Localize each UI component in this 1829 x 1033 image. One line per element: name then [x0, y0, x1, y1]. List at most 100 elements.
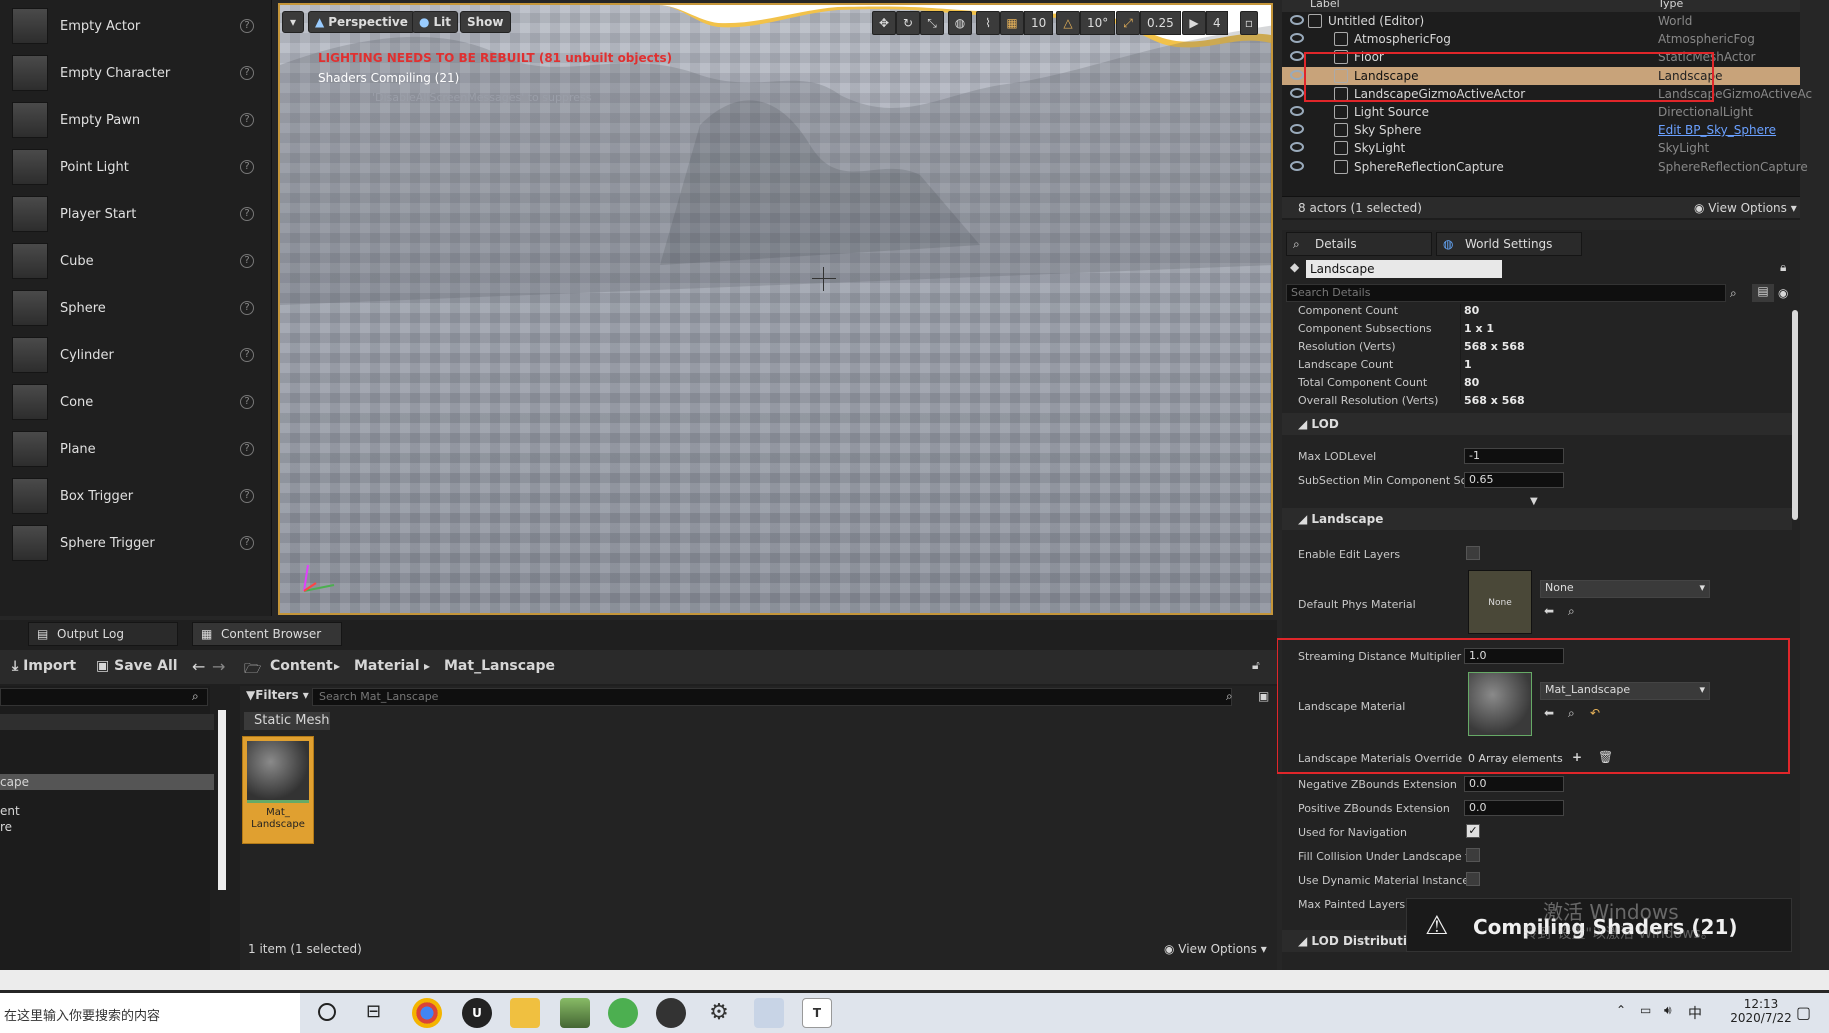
grid-snap-value[interactable]: 10	[1024, 11, 1054, 35]
place-item[interactable]: Sphere?	[6, 286, 264, 330]
photo-app-icon[interactable]	[560, 998, 590, 1028]
grid-snap-icon[interactable]: ▦	[1000, 11, 1024, 35]
breadcrumb-content[interactable]: Content	[270, 658, 333, 674]
place-item[interactable]: Empty Character?	[6, 51, 264, 95]
tree-item-label[interactable]: re	[0, 820, 12, 834]
outliner-view-options[interactable]: ◉ View Options ▾	[1694, 201, 1797, 215]
save-all-button[interactable]: ▣ Save All	[96, 658, 178, 674]
forward-arrow-icon[interactable]: →	[212, 657, 225, 676]
world-local-icon[interactable]: ◍	[948, 11, 972, 35]
help-icon[interactable]: ?	[240, 19, 254, 33]
phys-material-dropdown[interactable]: None ▾	[1540, 580, 1710, 598]
wechat-icon[interactable]	[608, 998, 638, 1028]
outliner-row[interactable]: Sky Sphere Edit BP_Sky_Sphere	[1282, 121, 1800, 139]
place-item[interactable]: Box Trigger?	[6, 474, 264, 518]
lock-icon[interactable]: 🔓︎	[1252, 658, 1260, 673]
subsection-min-input[interactable]: 0.65	[1464, 472, 1564, 488]
import-button[interactable]: ⤓ Import	[12, 658, 76, 674]
tree-item-label[interactable]: ent	[0, 804, 20, 818]
help-icon[interactable]: ?	[240, 207, 254, 221]
back-arrow-icon[interactable]: ←	[192, 657, 205, 676]
unreal-engine-icon[interactable]: U	[462, 998, 492, 1028]
visibility-eye-icon[interactable]	[1290, 142, 1304, 153]
label-column-header[interactable]: Label	[1310, 0, 1340, 10]
place-item[interactable]: Empty Actor?	[6, 4, 264, 48]
cortana-icon[interactable]	[318, 1003, 336, 1021]
text-app-icon[interactable]: T	[802, 998, 832, 1028]
actor-name-field[interactable]: Landscape	[1306, 260, 1502, 278]
help-icon[interactable]: ?	[240, 348, 254, 362]
visibility-eye-icon[interactable]	[1290, 51, 1304, 62]
filters-button[interactable]: ▼Filters ▾	[246, 688, 309, 702]
outliner-row[interactable]: SphereReflectionCapture SphereReflectionC…	[1282, 158, 1808, 176]
type-column-header[interactable]: Type	[1658, 0, 1683, 10]
outliner-row[interactable]: SkyLight SkyLight	[1282, 139, 1800, 157]
camera-speed-value[interactable]: 4	[1206, 11, 1228, 35]
visibility-eye-icon[interactable]	[1290, 106, 1304, 116]
perspective-button[interactable]: ▲ Perspective	[308, 11, 415, 33]
place-item[interactable]: Plane?	[6, 427, 264, 471]
static-mesh-filter-chip[interactable]: Static Mesh	[244, 712, 330, 730]
place-item[interactable]: Cylinder?	[6, 333, 264, 377]
outliner-row[interactable]: Light Source DirectionalLight	[1282, 103, 1800, 121]
tray-chevron-icon[interactable]: ⌃	[1616, 1003, 1626, 1017]
pos-z-input[interactable]: 0.0	[1464, 800, 1564, 816]
task-view-icon[interactable]: ⊟	[366, 1001, 381, 1022]
visibility-eye-icon[interactable]	[1290, 69, 1304, 80]
rotation-snap-value[interactable]: 10°	[1080, 11, 1116, 35]
place-item[interactable]: Sphere Trigger?	[6, 521, 264, 565]
clock[interactable]: 12:13 2020/7/22	[1726, 997, 1796, 1025]
tab-details[interactable]: ⌕ Details	[1286, 232, 1432, 256]
tree-scrollbar[interactable]	[218, 710, 226, 890]
used-nav-checkbox[interactable]: ✓	[1466, 824, 1480, 838]
lod-section[interactable]: ◢ LOD	[1282, 413, 1792, 435]
search-details-input[interactable]: Search Details	[1286, 284, 1726, 302]
ime-indicator[interactable]: 中	[1688, 1003, 1702, 1023]
network-icon[interactable]: ▭	[1640, 1003, 1651, 1017]
obs-icon[interactable]	[656, 998, 686, 1028]
lock-icon[interactable]: 🔒︎	[1780, 260, 1786, 275]
place-item[interactable]: Cone?	[6, 380, 264, 424]
rotate-tool-icon[interactable]: ↻	[896, 11, 920, 35]
outliner-row[interactable]: AtmosphericFog AtmosphericFog	[1282, 30, 1800, 48]
visibility-eye-icon[interactable]	[1290, 33, 1304, 44]
tree-row[interactable]	[0, 714, 214, 730]
asset-tile-mat-landscape[interactable]: Mat_ Landscape	[242, 736, 314, 844]
place-item[interactable]: Player Start?	[6, 192, 264, 236]
help-icon[interactable]: ?	[240, 66, 254, 80]
breadcrumb-material[interactable]: Material	[354, 658, 420, 674]
camera-speed-icon[interactable]: ▶	[1182, 11, 1206, 35]
asset-view-options[interactable]: ◉ View Options ▾	[1164, 942, 1267, 956]
file-explorer-icon[interactable]	[510, 998, 540, 1028]
window-app-icon[interactable]	[754, 998, 784, 1028]
help-icon[interactable]: ?	[240, 254, 254, 268]
show-button[interactable]: Show	[460, 11, 511, 33]
place-item[interactable]: Cube?	[6, 239, 264, 283]
surface-snap-icon[interactable]: ⌇	[976, 11, 1000, 35]
place-item[interactable]: Empty Pawn?	[6, 98, 264, 142]
details-scrollbar[interactable]	[1792, 310, 1798, 520]
help-icon[interactable]: ?	[240, 536, 254, 550]
use-selected-icon[interactable]: ⬅	[1544, 604, 1554, 618]
help-icon[interactable]: ?	[240, 489, 254, 503]
translate-tool-icon[interactable]: ✥	[872, 11, 896, 35]
tree-row-selected[interactable]: cape	[0, 774, 214, 790]
rotation-snap-icon[interactable]: △	[1056, 11, 1080, 35]
level-viewport[interactable]: ▾ ▲ Perspective ● Lit Show ✥ ↻ ⤡ ◍ ⌇ ▦ 10 …	[278, 3, 1273, 615]
help-icon[interactable]: ?	[240, 442, 254, 456]
visibility-eye-icon[interactable]	[1290, 160, 1304, 171]
help-icon[interactable]: ?	[240, 160, 254, 174]
eye-icon[interactable]: ◉	[1778, 286, 1788, 300]
help-icon[interactable]: ?	[240, 395, 254, 409]
volume-icon[interactable]: 🔊︎	[1664, 1003, 1672, 1018]
grid-view-icon[interactable]: ▤	[1752, 284, 1774, 302]
landscape-section[interactable]: ◢ Landscape	[1282, 508, 1792, 530]
horizontal-scrollbar[interactable]	[0, 970, 1829, 990]
scale-tool-icon[interactable]: ⤡	[920, 11, 944, 35]
chevron-down-icon[interactable]: ▼	[1530, 496, 1538, 507]
lit-button[interactable]: ● Lit	[412, 11, 458, 33]
visibility-eye-icon[interactable]	[1290, 124, 1304, 135]
asset-search-input[interactable]: Search Mat_Lanscape	[312, 688, 1232, 706]
visibility-eye-icon[interactable]	[1290, 87, 1304, 98]
tab-world-settings[interactable]: ◍ World Settings	[1436, 232, 1582, 256]
